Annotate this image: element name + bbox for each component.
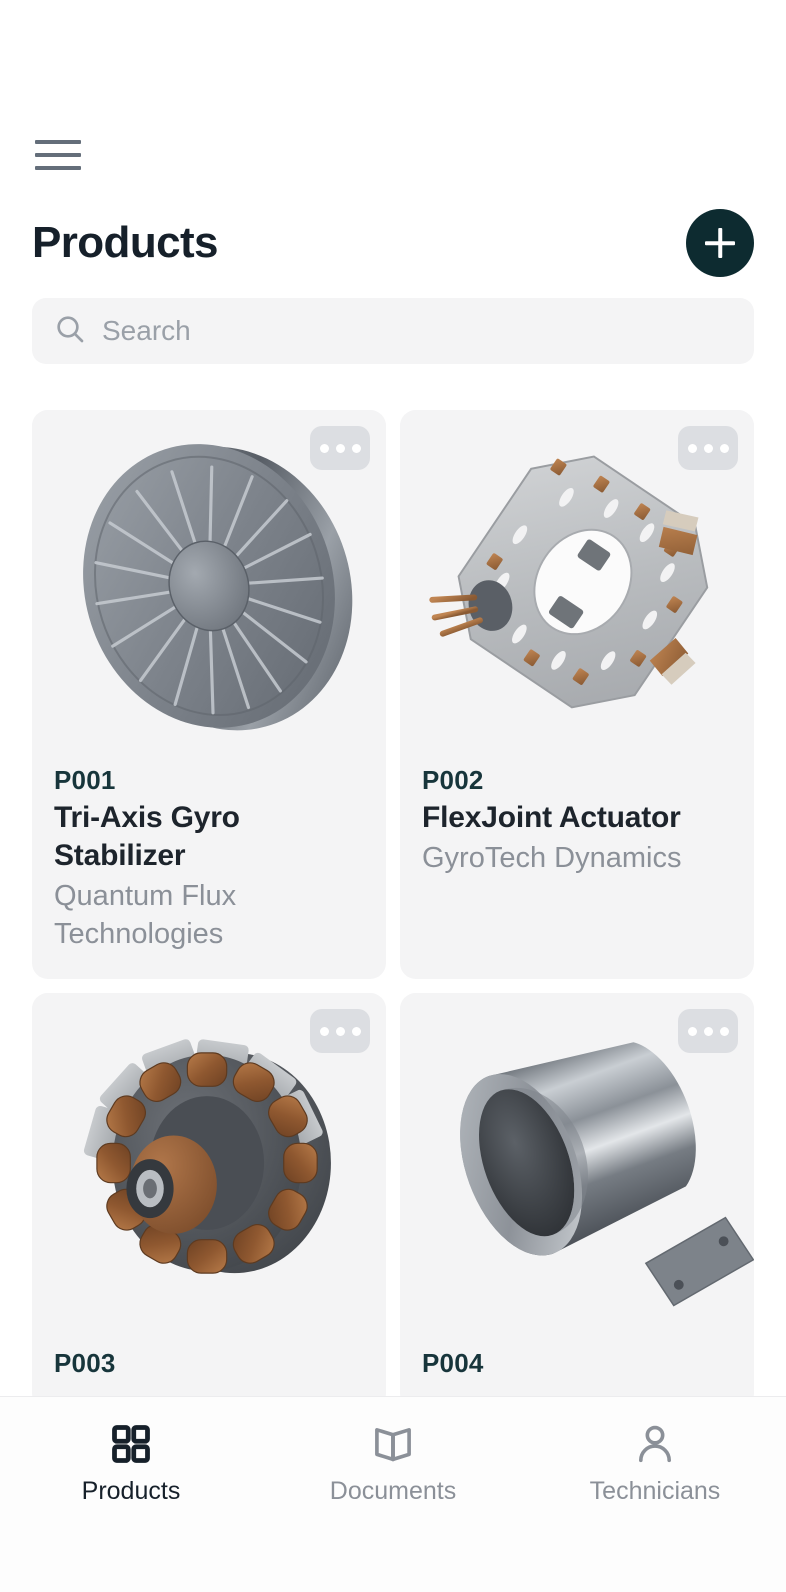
search-icon bbox=[54, 313, 86, 350]
products-screen: Products Search P001 Tri-Axis Gyro Stabi… bbox=[0, 0, 786, 1592]
search-input[interactable] bbox=[102, 298, 732, 364]
more-dot bbox=[319, 443, 329, 453]
product-name: FlexJoint Actuator bbox=[422, 801, 681, 835]
card-more-button[interactable] bbox=[310, 1009, 370, 1054]
search-bar[interactable] bbox=[32, 298, 754, 364]
product-card[interactable]: P003 bbox=[32, 993, 386, 1409]
person-icon bbox=[632, 1421, 678, 1467]
book-icon bbox=[370, 1421, 416, 1467]
product-sku: P003 bbox=[54, 1348, 116, 1379]
card-more-button[interactable] bbox=[678, 1009, 738, 1054]
nav-label: Products bbox=[81, 1477, 181, 1505]
product-name: Tri-Axis Gyro Stabilizer bbox=[54, 801, 240, 873]
bottom-navigation: Products Documents Technicians bbox=[0, 1396, 786, 1592]
more-dot bbox=[719, 1026, 729, 1036]
product-card[interactable]: P002 FlexJoint Actuator GyroTech Dynamic… bbox=[400, 410, 754, 980]
more-dot bbox=[703, 1026, 713, 1036]
product-vendor: GyroTech Dynamics bbox=[422, 842, 682, 875]
product-info: P002 FlexJoint Actuator GyroTech Dynamic… bbox=[400, 750, 754, 903]
more-dot bbox=[319, 1026, 329, 1036]
hamburger-menu-icon[interactable] bbox=[32, 130, 84, 180]
product-sku: P004 bbox=[422, 1348, 484, 1379]
more-dot bbox=[335, 443, 345, 453]
more-dot bbox=[719, 443, 729, 453]
more-dot bbox=[687, 1026, 697, 1036]
nav-tab-documents[interactable]: Documents bbox=[262, 1421, 524, 1504]
page-header: Products bbox=[0, 198, 786, 288]
nav-label: Documents bbox=[329, 1477, 457, 1505]
menu-line bbox=[35, 153, 81, 157]
product-card[interactable]: P004 bbox=[400, 993, 754, 1409]
menu-line bbox=[35, 166, 81, 170]
add-product-button[interactable] bbox=[686, 209, 754, 277]
more-dot bbox=[351, 443, 361, 453]
nav-tab-products[interactable]: Products bbox=[0, 1421, 262, 1504]
product-vendor: Quantum Flux Technologies bbox=[54, 879, 237, 951]
card-more-button[interactable] bbox=[310, 426, 370, 470]
product-card[interactable]: P001 Tri-Axis Gyro Stabilizer Quantum Fl… bbox=[32, 410, 386, 980]
nav-label: Technicians bbox=[589, 1477, 721, 1505]
grid-icon bbox=[109, 1421, 153, 1467]
products-grid: P001 Tri-Axis Gyro Stabilizer Quantum Fl… bbox=[32, 410, 754, 1409]
more-dot bbox=[703, 443, 713, 453]
product-sku: P001 bbox=[54, 765, 116, 795]
card-more-button[interactable] bbox=[678, 426, 738, 470]
more-dot bbox=[335, 1026, 345, 1036]
nav-tab-technicians[interactable]: Technicians bbox=[524, 1421, 786, 1504]
more-dot bbox=[351, 1026, 361, 1036]
product-sku: P002 bbox=[422, 765, 484, 795]
menu-line bbox=[35, 140, 81, 144]
product-info: P001 Tri-Axis Gyro Stabilizer Quantum Fl… bbox=[32, 750, 386, 979]
page-title: Products bbox=[32, 218, 219, 267]
more-dot bbox=[687, 443, 697, 453]
